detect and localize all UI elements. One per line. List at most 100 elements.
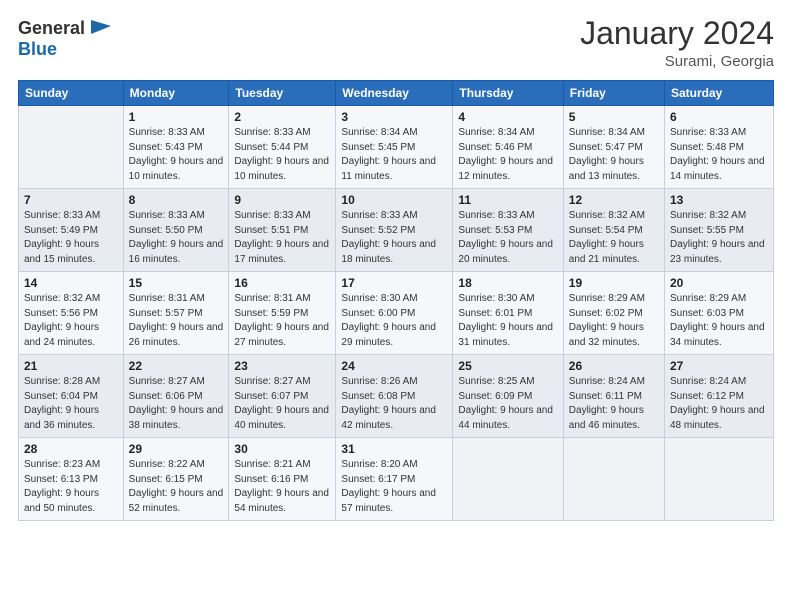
- calendar-cell: 18 Sunrise: 8:30 AMSunset: 6:01 PMDayligh…: [453, 272, 563, 355]
- calendar-cell: 23Sunrise: 8:27 AMSunset: 6:07 PMDayligh…: [229, 355, 336, 438]
- week-row-5: 28 Sunrise: 8:23 AMSunset: 6:13 PMDayligh…: [19, 438, 774, 521]
- day-number: 12: [569, 193, 659, 207]
- day-number: 3: [341, 110, 447, 124]
- day-info: Sunrise: 8:30 AMSunset: 6:01 PMDaylight:…: [458, 292, 557, 350]
- day-number: 11: [458, 193, 557, 207]
- calendar-cell: 9Sunrise: 8:33 AMSunset: 5:51 PMDaylight…: [229, 189, 336, 272]
- header-cell-tuesday: Tuesday: [229, 81, 336, 106]
- header-cell-sunday: Sunday: [19, 81, 124, 106]
- calendar-cell: [563, 438, 664, 521]
- calendar-cell: 10 Sunrise: 8:33 AMSunset: 5:52 PMDayligh…: [336, 189, 453, 272]
- page: General Blue January 2024 Surami, Georgi…: [0, 0, 792, 612]
- day-info: Sunrise: 8:31 AMSunset: 5:59 PMDaylight:…: [234, 292, 330, 350]
- calendar-cell: 30Sunrise: 8:21 AMSunset: 6:16 PMDayligh…: [229, 438, 336, 521]
- calendar-cell: 4Sunrise: 8:34 AMSunset: 5:46 PMDaylight…: [453, 106, 563, 189]
- day-info: Sunrise: 8:22 AMSunset: 6:15 PMDaylight:…: [129, 458, 224, 516]
- day-number: 22: [129, 359, 224, 373]
- calendar-cell: 5 Sunrise: 8:34 AMSunset: 5:47 PMDaylight…: [563, 106, 664, 189]
- day-info: Sunrise: 8:32 AMSunset: 5:55 PMDaylight:…: [670, 209, 768, 267]
- day-info: Sunrise: 8:33 AMSunset: 5:50 PMDaylight:…: [129, 209, 224, 267]
- day-number: 2: [234, 110, 330, 124]
- header-cell-thursday: Thursday: [453, 81, 563, 106]
- day-number: 16: [234, 276, 330, 290]
- calendar-cell: 1 Sunrise: 8:33 AMSunset: 5:43 PMDaylight…: [123, 106, 229, 189]
- week-row-4: 21 Sunrise: 8:28 AMSunset: 6:04 PMDayligh…: [19, 355, 774, 438]
- day-number: 14: [24, 276, 118, 290]
- calendar-cell: 20Sunrise: 8:29 AMSunset: 6:03 PMDayligh…: [665, 272, 774, 355]
- day-number: 9: [234, 193, 330, 207]
- day-number: 23: [234, 359, 330, 373]
- day-number: 17: [341, 276, 447, 290]
- day-info: Sunrise: 8:34 AMSunset: 5:45 PMDaylight:…: [341, 126, 447, 184]
- calendar-cell: [665, 438, 774, 521]
- calendar-table: SundayMondayTuesdayWednesdayThursdayFrid…: [18, 80, 774, 521]
- week-row-2: 7 Sunrise: 8:33 AMSunset: 5:49 PMDaylight…: [19, 189, 774, 272]
- calendar-cell: 11 Sunrise: 8:33 AMSunset: 5:53 PMDayligh…: [453, 189, 563, 272]
- day-info: Sunrise: 8:34 AMSunset: 5:47 PMDaylight:…: [569, 126, 659, 184]
- day-number: 29: [129, 442, 224, 456]
- day-info: Sunrise: 8:24 AMSunset: 6:11 PMDaylight:…: [569, 375, 659, 433]
- day-info: Sunrise: 8:33 AMSunset: 5:52 PMDaylight:…: [341, 209, 447, 267]
- day-number: 28: [24, 442, 118, 456]
- day-info: Sunrise: 8:33 AMSunset: 5:53 PMDaylight:…: [458, 209, 557, 267]
- day-info: Sunrise: 8:33 AMSunset: 5:44 PMDaylight:…: [234, 126, 330, 184]
- logo-blue-text: Blue: [18, 40, 57, 58]
- day-info: Sunrise: 8:25 AMSunset: 6:09 PMDaylight:…: [458, 375, 557, 433]
- calendar-cell: 28 Sunrise: 8:23 AMSunset: 6:13 PMDayligh…: [19, 438, 124, 521]
- day-number: 20: [670, 276, 768, 290]
- calendar-cell: 26Sunrise: 8:24 AMSunset: 6:11 PMDayligh…: [563, 355, 664, 438]
- location-title: Surami, Georgia: [580, 53, 774, 70]
- day-number: 25: [458, 359, 557, 373]
- calendar-cell: 7 Sunrise: 8:33 AMSunset: 5:49 PMDaylight…: [19, 189, 124, 272]
- calendar-cell: 31Sunrise: 8:20 AMSunset: 6:17 PMDayligh…: [336, 438, 453, 521]
- header-cell-saturday: Saturday: [665, 81, 774, 106]
- calendar-cell: 12 Sunrise: 8:32 AMSunset: 5:54 PMDayligh…: [563, 189, 664, 272]
- day-number: 4: [458, 110, 557, 124]
- calendar-cell: 24Sunrise: 8:26 AMSunset: 6:08 PMDayligh…: [336, 355, 453, 438]
- header-row: SundayMondayTuesdayWednesdayThursdayFrid…: [19, 81, 774, 106]
- day-number: 15: [129, 276, 224, 290]
- day-number: 31: [341, 442, 447, 456]
- calendar-header: SundayMondayTuesdayWednesdayThursdayFrid…: [19, 81, 774, 106]
- logo-flag-icon: [87, 16, 115, 40]
- logo: General Blue: [18, 16, 115, 58]
- calendar-cell: [453, 438, 563, 521]
- day-info: Sunrise: 8:23 AMSunset: 6:13 PMDaylight:…: [24, 458, 118, 516]
- day-number: 7: [24, 193, 118, 207]
- day-number: 21: [24, 359, 118, 373]
- day-info: Sunrise: 8:26 AMSunset: 6:08 PMDaylight:…: [341, 375, 447, 433]
- day-number: 6: [670, 110, 768, 124]
- day-info: Sunrise: 8:33 AMSunset: 5:48 PMDaylight:…: [670, 126, 768, 184]
- day-number: 27: [670, 359, 768, 373]
- calendar-cell: 16 Sunrise: 8:31 AMSunset: 5:59 PMDayligh…: [229, 272, 336, 355]
- week-row-1: 1 Sunrise: 8:33 AMSunset: 5:43 PMDaylight…: [19, 106, 774, 189]
- day-number: 8: [129, 193, 224, 207]
- logo-general-text: General: [18, 19, 85, 37]
- day-info: Sunrise: 8:27 AMSunset: 6:06 PMDaylight:…: [129, 375, 224, 433]
- calendar-cell: [19, 106, 124, 189]
- day-number: 1: [129, 110, 224, 124]
- header: General Blue January 2024 Surami, Georgi…: [18, 16, 774, 70]
- calendar-cell: 14 Sunrise: 8:32 AMSunset: 5:56 PMDayligh…: [19, 272, 124, 355]
- calendar-cell: 15Sunrise: 8:31 AMSunset: 5:57 PMDayligh…: [123, 272, 229, 355]
- calendar-cell: 27Sunrise: 8:24 AMSunset: 6:12 PMDayligh…: [665, 355, 774, 438]
- day-number: 19: [569, 276, 659, 290]
- calendar-cell: 8 Sunrise: 8:33 AMSunset: 5:50 PMDaylight…: [123, 189, 229, 272]
- day-info: Sunrise: 8:30 AMSunset: 6:00 PMDaylight:…: [341, 292, 447, 350]
- day-number: 5: [569, 110, 659, 124]
- day-number: 30: [234, 442, 330, 456]
- day-info: Sunrise: 8:33 AMSunset: 5:43 PMDaylight:…: [129, 126, 224, 184]
- calendar-cell: 3 Sunrise: 8:34 AMSunset: 5:45 PMDaylight…: [336, 106, 453, 189]
- calendar-cell: 17 Sunrise: 8:30 AMSunset: 6:00 PMDayligh…: [336, 272, 453, 355]
- day-info: Sunrise: 8:28 AMSunset: 6:04 PMDaylight:…: [24, 375, 118, 433]
- calendar-cell: 21 Sunrise: 8:28 AMSunset: 6:04 PMDayligh…: [19, 355, 124, 438]
- day-info: Sunrise: 8:32 AMSunset: 5:56 PMDaylight:…: [24, 292, 118, 350]
- day-number: 10: [341, 193, 447, 207]
- week-row-3: 14 Sunrise: 8:32 AMSunset: 5:56 PMDayligh…: [19, 272, 774, 355]
- month-title: January 2024: [580, 16, 774, 51]
- day-number: 18: [458, 276, 557, 290]
- day-info: Sunrise: 8:33 AMSunset: 5:49 PMDaylight:…: [24, 209, 118, 267]
- day-info: Sunrise: 8:32 AMSunset: 5:54 PMDaylight:…: [569, 209, 659, 267]
- calendar-body: 1 Sunrise: 8:33 AMSunset: 5:43 PMDaylight…: [19, 106, 774, 521]
- header-cell-friday: Friday: [563, 81, 664, 106]
